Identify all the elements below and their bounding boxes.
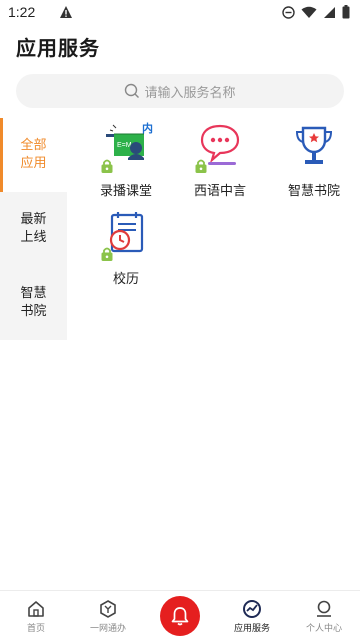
trophy-icon	[288, 122, 340, 174]
internal-badge: 内	[142, 122, 153, 135]
search-icon	[125, 83, 140, 98]
status-time: 1:22	[8, 4, 36, 20]
hexagon-icon	[100, 600, 116, 618]
nav-one-stop-service[interactable]: 一网通办	[72, 591, 144, 640]
svg-text:E=M: E=M	[117, 142, 132, 149]
sidebar-item-label: 智慧 书院	[20, 286, 47, 319]
sidebar-item-all-apps[interactable]: 全部 应用	[0, 118, 67, 192]
app-spanish-chinese[interactable]: 西语中言	[174, 122, 266, 202]
app-label: 校历	[112, 272, 139, 287]
sidebar-item-new-online[interactable]: 最新 上线	[0, 192, 67, 266]
lock-icon	[101, 247, 113, 261]
lock-icon	[101, 159, 113, 173]
video-classroom-icon: E=M 内	[100, 122, 153, 174]
nav-home[interactable]: 首页	[0, 591, 72, 640]
signal-icon	[324, 6, 335, 18]
app-school-calendar[interactable]: 校历	[80, 210, 172, 290]
nav-label: 应用服务	[233, 624, 270, 634]
sidebar-item-smart-academy[interactable]: 智慧 书院	[0, 266, 67, 340]
app-smart-academy[interactable]: 智慧书院	[268, 122, 360, 202]
search-input[interactable]: 请输入服务名称	[16, 74, 344, 108]
app-services-icon	[243, 600, 261, 618]
wifi-icon	[301, 6, 317, 18]
nav-label: 一网通办	[89, 624, 126, 634]
dnd-icon	[282, 5, 295, 19]
page-title: 应用服务	[16, 36, 100, 60]
person-icon	[317, 600, 331, 617]
app-video-classroom[interactable]: E=M 内 录播课堂	[80, 122, 172, 202]
app-label: 西语中言	[193, 184, 246, 199]
sidebar-item-label: 全部 应用	[20, 138, 47, 171]
sidebar-item-label: 最新 上线	[20, 212, 47, 245]
bell-icon	[171, 607, 189, 626]
app-label: 录播课堂	[99, 184, 152, 199]
home-icon	[28, 601, 44, 617]
nav-personal-center[interactable]: 个人中心	[288, 591, 360, 640]
nav-label: 个人中心	[305, 624, 342, 634]
warning-icon	[60, 6, 73, 18]
notification-button[interactable]	[160, 596, 200, 636]
status-icons	[282, 5, 350, 19]
nav-label: 首页	[26, 624, 45, 634]
chat-bubble-icon	[194, 122, 246, 174]
battery-icon	[342, 5, 350, 19]
calendar-clock-icon	[100, 210, 152, 262]
status-bar: 1:22	[0, 0, 360, 24]
app-label: 智慧书院	[287, 184, 340, 199]
nav-app-services[interactable]: 应用服务	[216, 591, 288, 640]
lock-icon	[195, 159, 207, 173]
search-placeholder: 请输入服务名称	[144, 85, 236, 101]
category-sidebar: 全部 应用 最新 上线 智慧 书院	[0, 118, 67, 340]
